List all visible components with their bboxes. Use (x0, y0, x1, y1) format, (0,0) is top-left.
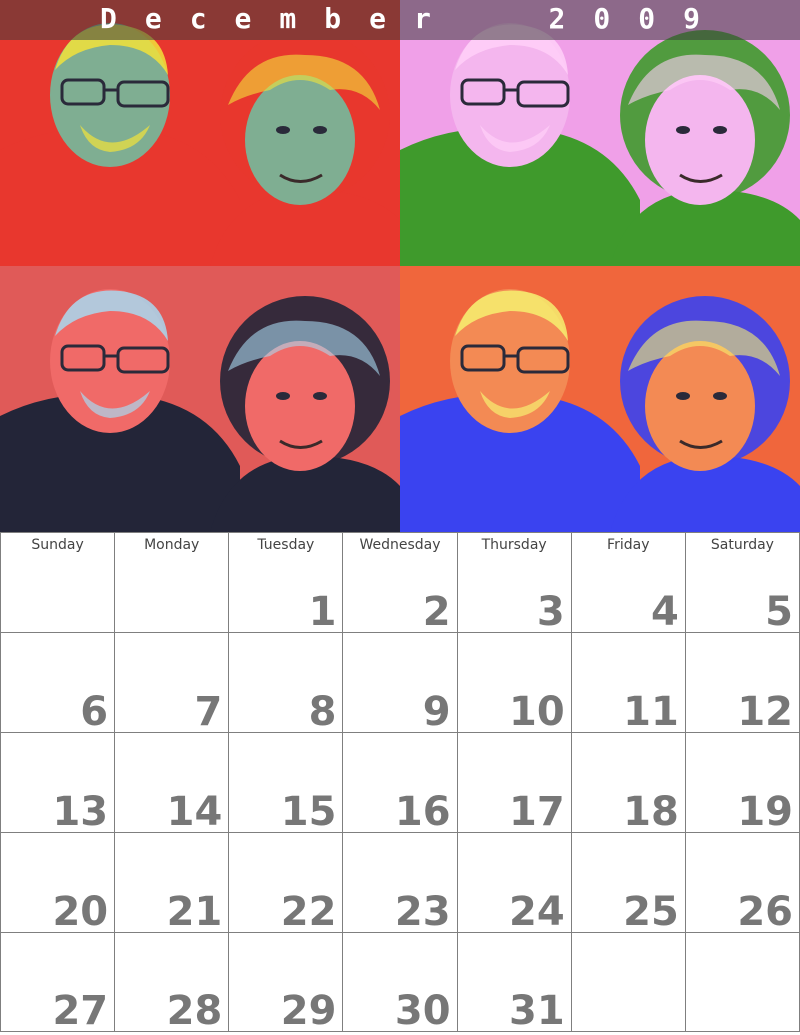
day-number: 19 (737, 789, 793, 835)
day-cell: 30 (342, 932, 458, 1034)
month-title-bar: December 2009 (0, 0, 800, 40)
day-cell: 12 (684, 632, 800, 735)
day-cell: 8 (228, 632, 344, 735)
weekday-label: Monday (144, 537, 200, 553)
weekday-label: Friday (607, 537, 650, 553)
day-number: 27 (52, 988, 109, 1034)
day-number: 24 (509, 889, 565, 935)
day-cell: 14 (114, 732, 230, 835)
day-cell: 26 (684, 832, 800, 935)
day-cell: 31 (456, 932, 572, 1034)
day-number: 14 (166, 789, 223, 835)
photo-panel-salmon-navy (0, 266, 400, 532)
week-row: 27 28 29 30 31 (0, 932, 800, 1034)
calendar-grid: Sunday Monday Tuesday 1 Wednesday 2 Thursd… (0, 532, 800, 1035)
week-row: 6 7 8 9 10 11 12 (0, 632, 800, 735)
day-cell: 24 (456, 832, 572, 935)
weekday-label: Wednesday (359, 537, 441, 553)
day-cell: 6 (0, 632, 116, 735)
week-row: Sunday Monday Tuesday 1 Wednesday 2 Thursd… (0, 532, 800, 635)
day-cell: 20 (0, 832, 116, 935)
day-number: 17 (509, 789, 565, 835)
weekday-label: Sunday (31, 537, 84, 553)
day-number: 26 (737, 889, 793, 935)
portrait-illustration (400, 266, 800, 532)
month-title: December 2009 (99, 2, 728, 35)
day-number: 8 (308, 689, 337, 735)
day-number: 23 (394, 889, 451, 935)
weekday-label: Tuesday (257, 537, 315, 553)
day-cell: Tuesday 1 (228, 532, 344, 635)
day-cell: 27 (0, 932, 116, 1034)
day-cell: 17 (456, 732, 572, 835)
day-number: 15 (280, 789, 337, 835)
day-number: 13 (52, 789, 109, 835)
day-number: 6 (80, 689, 109, 735)
day-cell: 29 (228, 932, 344, 1034)
day-number: 22 (280, 889, 337, 935)
photo-collage (0, 0, 800, 532)
day-number: 10 (509, 689, 565, 735)
day-cell: 9 (342, 632, 458, 735)
day-number: 28 (166, 988, 223, 1034)
day-cell: Saturday 5 (684, 532, 800, 635)
day-cell: 19 (684, 732, 800, 835)
day-cell: 21 (114, 832, 230, 935)
day-cell: 28 (114, 932, 230, 1034)
day-number: 1 (308, 589, 337, 635)
day-number: 16 (394, 789, 451, 835)
day-cell: Thursday 3 (456, 532, 572, 635)
day-cell: Friday 4 (570, 532, 686, 635)
day-number: 12 (737, 689, 793, 735)
day-number: 4 (651, 589, 679, 635)
day-cell: 16 (342, 732, 458, 835)
day-number: 18 (623, 789, 679, 835)
day-cell (570, 932, 686, 1032)
day-cell: 23 (342, 832, 458, 935)
day-cell: 18 (570, 732, 686, 835)
day-cell: 10 (456, 632, 572, 735)
day-number: 20 (52, 889, 109, 935)
day-number: 2 (422, 589, 451, 635)
portrait-illustration (0, 266, 400, 532)
day-cell: 11 (570, 632, 686, 735)
week-row: 13 14 15 16 17 18 19 (0, 732, 800, 835)
day-cell: 15 (228, 732, 344, 835)
photo-panel-orange-blue (400, 266, 800, 532)
day-cell: 13 (0, 732, 116, 835)
day-number: 31 (509, 988, 565, 1034)
day-cell (684, 932, 800, 1032)
day-number: 3 (536, 589, 565, 635)
day-cell: Wednesday 2 (342, 532, 458, 635)
day-number: 29 (280, 988, 337, 1034)
day-number: 11 (623, 689, 679, 735)
day-number: 7 (194, 689, 223, 735)
weekday-label: Thursday (481, 537, 547, 553)
day-cell: Sunday (0, 532, 116, 633)
day-number: 21 (166, 889, 223, 935)
week-row: 20 21 22 23 24 25 26 (0, 832, 800, 935)
day-number: 5 (765, 589, 793, 635)
day-number: 30 (394, 988, 451, 1034)
calendar-table: Sunday Monday Tuesday 1 Wednesday 2 Thursd… (0, 532, 800, 1034)
day-number: 9 (422, 689, 451, 735)
day-number: 25 (623, 889, 679, 935)
day-cell: 7 (114, 632, 230, 735)
day-cell: Monday (114, 532, 230, 633)
weekday-label: Saturday (710, 537, 774, 553)
day-cell: 22 (228, 832, 344, 935)
day-cell: 25 (570, 832, 686, 935)
